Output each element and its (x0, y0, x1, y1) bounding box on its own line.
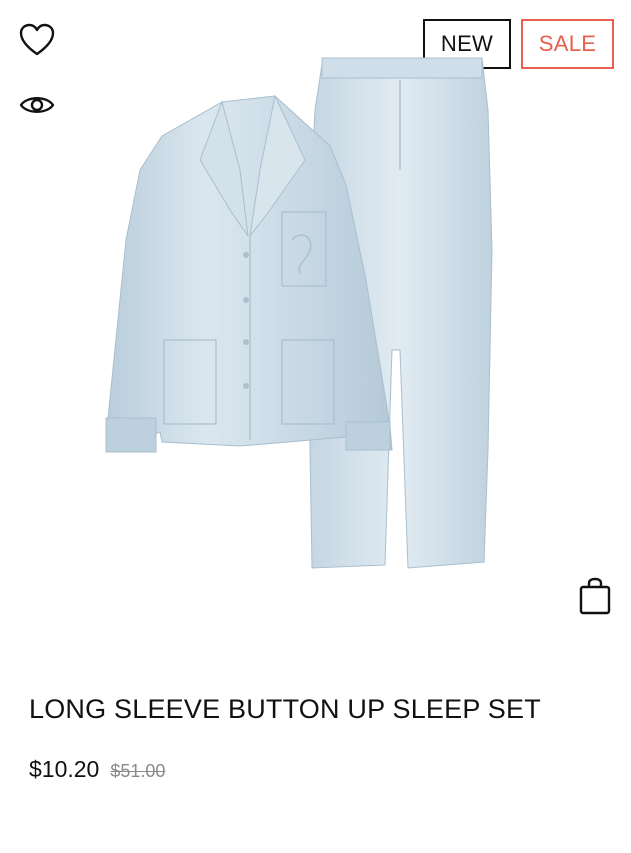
product-title[interactable]: LONG SLEEVE BUTTON UP SLEEP SET (29, 694, 541, 725)
sale-badge: SALE (521, 19, 614, 69)
original-price: $51.00 (110, 761, 166, 781)
add-to-bag-shopping-bag-icon[interactable] (576, 577, 614, 617)
price-row: $10.20 $51.00 (29, 756, 165, 783)
product-card: NEW SALE LONG SLEEVE BUTTON UP SLEEP SET… (0, 0, 631, 853)
quick-view-eye-icon[interactable] (18, 90, 56, 120)
wishlist-heart-icon[interactable] (18, 22, 56, 58)
sale-price: $10.20 (29, 756, 100, 782)
product-image[interactable] (100, 50, 500, 580)
